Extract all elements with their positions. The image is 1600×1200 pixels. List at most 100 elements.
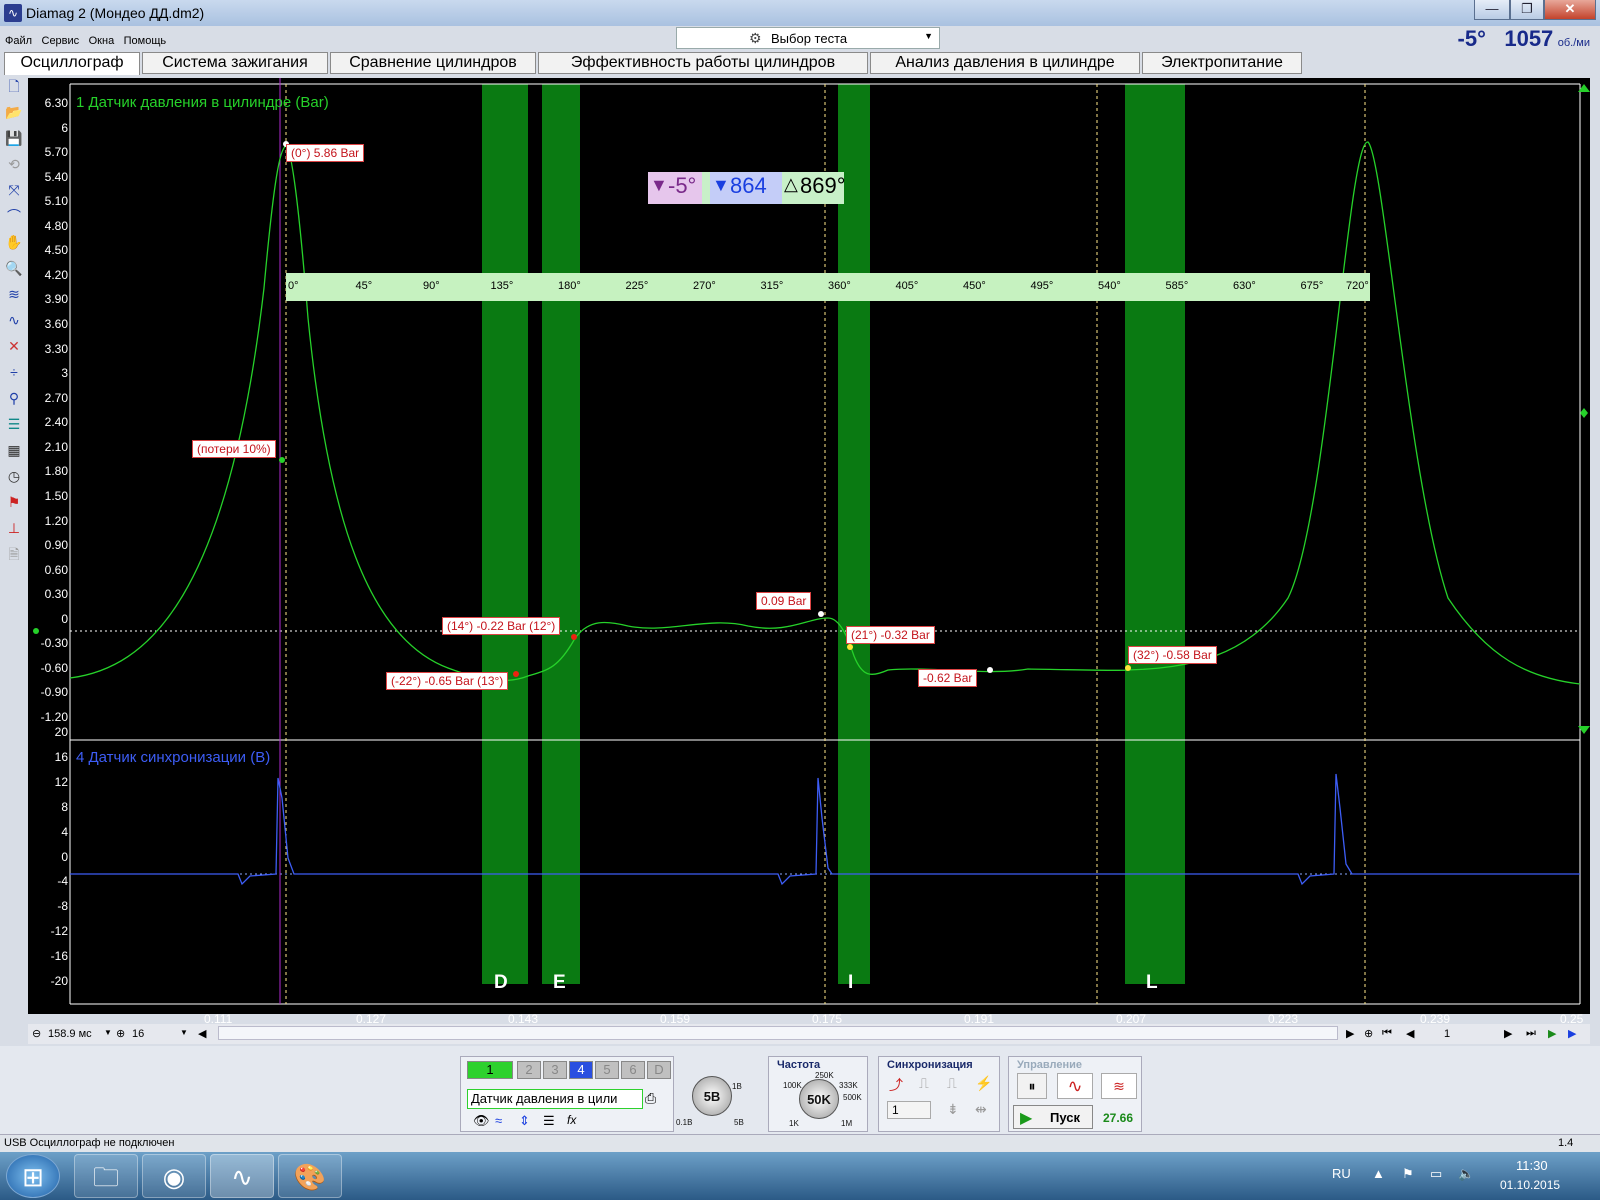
point-14[interactable] <box>571 634 577 640</box>
single-wave-button[interactable]: ∿ <box>1057 1073 1093 1099</box>
menu-service[interactable]: Сервис <box>37 26 80 47</box>
volume-tray-icon[interactable]: 🔈 <box>1458 1166 1474 1182</box>
channel-button-2[interactable]: 2 <box>517 1061 541 1079</box>
multi-wave-button[interactable]: ≋ <box>1101 1073 1137 1099</box>
invert-icon[interactable]: ≈ <box>495 1113 502 1128</box>
language-indicator[interactable]: RU <box>1332 1166 1351 1181</box>
count-select[interactable]: 16 <box>132 1028 144 1040</box>
ruler-tick: 45° <box>355 280 373 292</box>
close-button[interactable]: ✕ <box>1544 0 1596 20</box>
point-009[interactable] <box>818 611 824 617</box>
open-folder-icon[interactable]: 📂 <box>4 102 24 122</box>
new-file-icon[interactable]: 🗋 <box>4 76 24 96</box>
taskbar: ⊞ 🗀 ◉ ∿ 🎨 RU ▲ ⚑ ▭ 🔈 11:30 01.10.2015 <box>0 1152 1600 1200</box>
first-page-icon[interactable]: ⏮ <box>1382 1027 1392 1040</box>
menu-file[interactable]: Файл <box>0 26 32 47</box>
start-menu-icon[interactable]: ⊞ <box>6 1154 60 1198</box>
sync-step-down-icon[interactable]: ⎍ <box>947 1075 957 1092</box>
page-number[interactable]: 1 <box>1444 1028 1450 1040</box>
paint-taskbar-icon[interactable]: 🎨 <box>278 1154 342 1198</box>
trigger-icon[interactable]: ⌒ <box>4 206 24 226</box>
channel-button-4[interactable]: 4 <box>569 1061 593 1079</box>
cross-icon[interactable]: ✕ <box>4 336 24 356</box>
scroll-right-icon[interactable]: ▶ <box>1346 1027 1354 1040</box>
diamag-taskbar-icon[interactable]: ∿ <box>210 1154 274 1198</box>
zoom-icon[interactable]: 🔍 <box>4 258 24 278</box>
scroll-left-icon[interactable]: ◀ <box>198 1027 206 1040</box>
channel-button-d[interactable]: D <box>647 1061 671 1079</box>
point-32[interactable] <box>1125 665 1131 671</box>
prev-page-icon[interactable]: ◀ <box>1406 1027 1414 1040</box>
auto-timer-icon[interactable]: ◷ <box>4 466 24 486</box>
vertical-scale-icon[interactable]: ⇕ <box>519 1113 530 1129</box>
point-062[interactable] <box>987 667 993 673</box>
tab-cylinder-compare[interactable]: Сравнение цилиндров <box>330 52 536 74</box>
frequency-knob[interactable]: 50K <box>799 1079 839 1119</box>
function-icon[interactable]: fx <box>567 1113 576 1127</box>
sync-offset-icon[interactable]: ⇹ <box>975 1101 987 1118</box>
menu-windows[interactable]: Окна <box>84 26 115 47</box>
time-per-div-select[interactable]: 158.9 мс <box>48 1028 92 1040</box>
sync-auto-icon[interactable]: ⚡ <box>975 1075 992 1092</box>
filter-icon[interactable]: ⚲ <box>4 388 24 408</box>
play-icon[interactable]: ▶ <box>1548 1027 1556 1040</box>
channel-button-1[interactable]: 1 <box>467 1061 513 1079</box>
last-page-icon[interactable]: ⏭ <box>1526 1027 1536 1040</box>
auto-scale-icon[interactable]: ⟲ <box>4 154 24 174</box>
minimize-button[interactable]: — <box>1474 0 1510 20</box>
start-button[interactable]: ▶ Пуск <box>1013 1105 1093 1129</box>
zoom-in-icon[interactable]: ⊕ <box>116 1027 125 1040</box>
explorer-taskbar-icon[interactable]: 🗀 <box>74 1154 138 1198</box>
add-icon[interactable]: ⊕ <box>1364 1027 1373 1040</box>
volts-knob[interactable]: 5В <box>692 1076 732 1116</box>
sensor-settings-icon[interactable]: ⎙ <box>645 1090 656 1107</box>
grid-icon[interactable]: ▦ <box>4 440 24 460</box>
browser-taskbar-icon[interactable]: ◉ <box>142 1154 206 1198</box>
zoom-out-icon[interactable]: ⊖ <box>32 1027 41 1040</box>
channel-button-3[interactable]: 3 <box>543 1061 567 1079</box>
point-21[interactable] <box>847 644 853 650</box>
tab-power-supply[interactable]: Электропитание <box>1142 52 1302 74</box>
tab-ignition[interactable]: Система зажигания <box>142 52 328 74</box>
reset-zero-icon[interactable]: ⊥ <box>4 518 24 538</box>
flag-tray-icon[interactable]: ⚑ <box>1402 1166 1414 1182</box>
hand-icon[interactable]: ✋ <box>4 232 24 252</box>
sync-level-icon[interactable]: ⇟ <box>947 1101 959 1118</box>
lines-icon[interactable]: ☰ <box>543 1113 555 1129</box>
channel-button-5[interactable]: 5 <box>595 1061 619 1079</box>
play-blue-icon[interactable]: ▶ <box>1568 1027 1576 1040</box>
channel-sensor-select[interactable]: Датчик давления в цили <box>467 1089 643 1109</box>
oscilloscope-panel[interactable]: 1 Датчик давления в цилиндре (Bar) 4 Дат… <box>28 78 1590 1014</box>
channel-button-6[interactable]: 6 <box>621 1061 645 1079</box>
ch1-trigger-marker[interactable] <box>1580 408 1588 418</box>
cursor-measure-icon[interactable]: ⤧ <box>4 180 24 200</box>
menu-help[interactable]: Помощь <box>119 26 167 47</box>
point-22[interactable] <box>513 671 519 677</box>
eye-icon[interactable]: 👁 <box>473 1113 490 1129</box>
pause-button[interactable]: ⏸ <box>1017 1073 1047 1099</box>
horizontal-scrollbar[interactable] <box>218 1026 1338 1040</box>
save-icon[interactable]: 💾 <box>4 128 24 148</box>
sync-channel-select[interactable]: 1 <box>887 1101 931 1119</box>
network-tray-icon[interactable]: ▭ <box>1430 1166 1442 1182</box>
sync-rise-icon[interactable]: ⤴ <box>889 1075 903 1095</box>
ch1-offset-marker[interactable] <box>33 628 39 634</box>
flag-icon[interactable]: ⚑ <box>4 492 24 512</box>
overlay-icon[interactable]: ∿ <box>4 310 24 330</box>
frequency-title: Частота <box>777 1059 821 1071</box>
tab-pressure-analysis[interactable]: Анализ давления в цилиндре <box>870 52 1140 74</box>
layers-icon[interactable]: ☰ <box>4 414 24 434</box>
next-page-icon[interactable]: ▶ <box>1504 1027 1512 1040</box>
test-select-dropdown[interactable]: ⚙ Выбор теста ▼ <box>676 27 940 49</box>
notes-icon[interactable]: 🗎 <box>4 544 24 564</box>
point-losses[interactable] <box>279 457 285 463</box>
tray-expand-icon[interactable]: ▲ <box>1372 1166 1385 1181</box>
maximize-button[interactable]: ❐ <box>1510 0 1544 20</box>
tab-cylinder-efficiency[interactable]: Эффективность работы цилиндров <box>538 52 868 74</box>
wave-icon[interactable]: ≋ <box>4 284 24 304</box>
sync-step-up-icon[interactable]: ⎍ <box>919 1075 929 1092</box>
ch1-y-tick: 6 <box>61 120 68 135</box>
split-icon[interactable]: ÷ <box>4 362 24 382</box>
tab-oscilloscope[interactable]: Осциллограф <box>4 52 140 75</box>
ruler-tick: 675° <box>1300 280 1324 292</box>
